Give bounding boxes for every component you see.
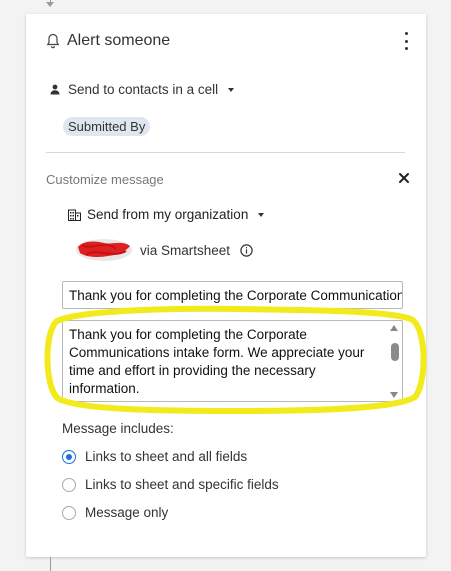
panel-header: Alert someone (46, 32, 170, 50)
message-text: Thank you for completing the Corporate C… (69, 327, 365, 396)
panel-title: Alert someone (67, 32, 171, 49)
option-label: Links to sheet and specific fields (85, 477, 279, 492)
sender-identity: via Smartsheet (74, 236, 253, 264)
flow-arrow-icon (46, 2, 54, 7)
recipient-chip[interactable]: Submitted By (63, 117, 151, 136)
recipients-label: Send to contacts in a cell (68, 82, 219, 97)
message-includes-label: Message includes: (62, 421, 174, 436)
building-icon (68, 209, 81, 221)
message-textarea[interactable]: Thank you for completing the Corporate C… (62, 320, 403, 402)
option-label: Message only (85, 505, 169, 520)
recipients-dropdown[interactable]: Send to contacts in a cell (50, 82, 235, 97)
sender-dropdown[interactable]: Send from my organization (68, 207, 265, 222)
scrollbar-thumb[interactable] (391, 343, 399, 361)
caret-down-icon (258, 212, 265, 217)
option-specific-fields[interactable]: Links to sheet and specific fields (62, 477, 279, 492)
option-all-fields[interactable]: Links to sheet and all fields (62, 449, 247, 464)
info-icon[interactable] (240, 243, 253, 257)
option-label: Links to sheet and all fields (85, 449, 248, 464)
sender-label: Send from my organization (87, 207, 249, 222)
alert-panel: Alert someone Send to contacts in a cell… (26, 14, 427, 557)
option-message-only[interactable]: Message only (62, 505, 168, 520)
via-label: via Smartsheet (140, 242, 231, 258)
subject-input[interactable]: Thank you for completing the Corporate C… (62, 281, 403, 309)
bell-icon (46, 33, 60, 49)
redacted-avatar (76, 239, 132, 261)
radio-button[interactable] (62, 505, 76, 520)
flow-connector-bottom (50, 557, 51, 571)
person-icon (50, 84, 60, 95)
close-icon[interactable] (398, 172, 410, 184)
radio-button[interactable] (62, 477, 76, 492)
customize-section-label: Customize message (46, 172, 164, 187)
kebab-icon[interactable] (402, 32, 410, 50)
scroll-down-icon[interactable] (390, 392, 398, 398)
caret-down-icon (228, 87, 235, 92)
divider (46, 152, 405, 153)
scroll-up-icon[interactable] (390, 325, 398, 331)
radio-button-selected[interactable] (62, 449, 76, 464)
